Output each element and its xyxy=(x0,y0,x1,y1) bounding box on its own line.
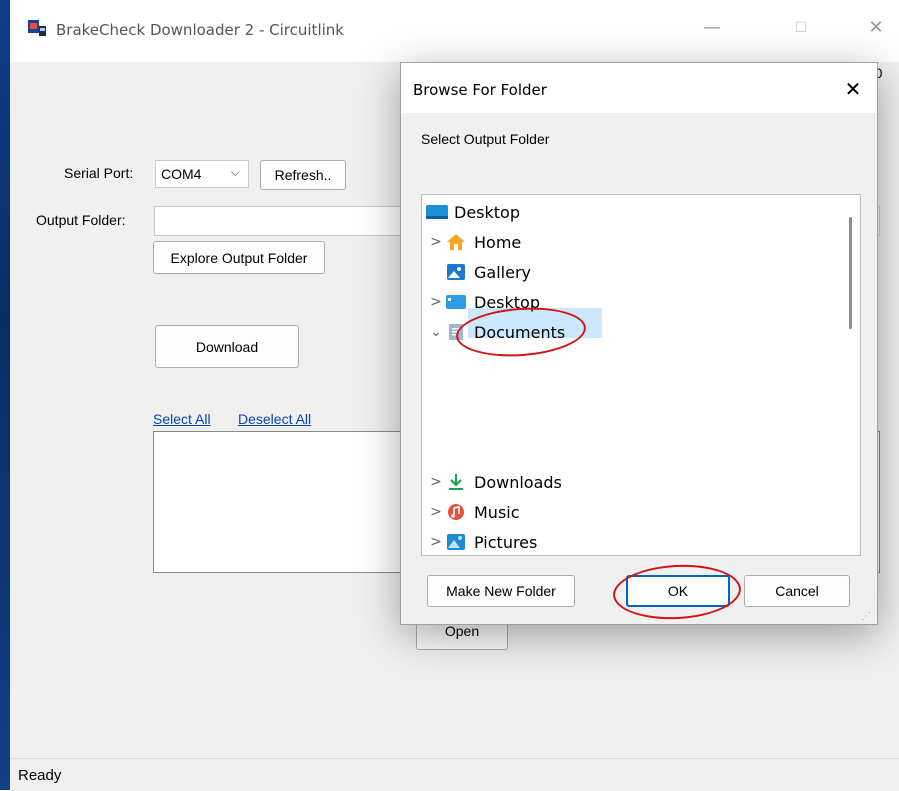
annotation-circle-ok xyxy=(611,561,743,623)
refresh-button[interactable]: Refresh.. xyxy=(260,160,346,190)
explore-output-folder-button[interactable]: Explore Output Folder xyxy=(153,241,325,274)
tree-item-pictures[interactable]: > Pictures xyxy=(426,528,538,555)
dialog-title: Browse For Folder xyxy=(413,81,547,99)
select-all-link[interactable]: Select All xyxy=(153,411,211,427)
status-bar xyxy=(10,758,899,791)
expand-icon[interactable]: > xyxy=(426,234,446,250)
folder-tree[interactable]: Desktop > Home Gallery > Desktop ⌄ Docum… xyxy=(421,194,861,556)
minimize-button[interactable]: — xyxy=(692,12,732,44)
collapse-icon[interactable]: ⌄ xyxy=(426,324,446,340)
serial-port-select[interactable]: COM4 ⌵ xyxy=(155,160,249,188)
dialog-prompt: Select Output Folder xyxy=(421,131,550,147)
music-icon xyxy=(446,503,466,521)
tree-scrollbar[interactable] xyxy=(842,195,860,555)
tree-item-home[interactable]: > Home xyxy=(426,228,521,256)
dialog-title-bar: Browse For Folder ✕ xyxy=(401,63,877,113)
main-window: BrakeCheck Downloader 2 - Circuitlink — … xyxy=(10,0,899,791)
output-folder-label: Output Folder: xyxy=(36,212,126,228)
tree-item-desktop-root[interactable]: Desktop xyxy=(426,198,520,226)
tree-item-music[interactable]: > Music xyxy=(426,498,520,526)
tree-item-label: Downloads xyxy=(474,472,562,492)
gallery-icon xyxy=(446,263,466,281)
window-title: BrakeCheck Downloader 2 - Circuitlink xyxy=(56,21,344,39)
desktop-icon xyxy=(426,203,448,221)
serial-port-label: Serial Port: xyxy=(64,165,134,181)
title-bar: BrakeCheck Downloader 2 - Circuitlink — … xyxy=(10,0,899,62)
tree-item-label: Pictures xyxy=(474,532,538,552)
expand-icon[interactable]: > xyxy=(426,294,446,310)
close-button[interactable]: ✕ xyxy=(856,12,896,44)
tree-item-gallery[interactable]: Gallery xyxy=(446,258,531,286)
serial-port-value: COM4 xyxy=(161,166,202,182)
app-icon xyxy=(28,20,46,36)
resize-grip-icon[interactable]: ⋰ xyxy=(861,611,871,622)
home-icon xyxy=(446,233,466,251)
tree-item-label: Desktop xyxy=(454,202,520,222)
pictures-icon xyxy=(446,533,466,551)
tree-item-label: Music xyxy=(474,502,520,522)
download-button[interactable]: Download xyxy=(155,325,299,368)
status-text: Ready xyxy=(18,767,62,784)
dialog-close-button[interactable]: ✕ xyxy=(838,75,868,103)
expand-icon[interactable]: > xyxy=(426,474,446,490)
download-icon xyxy=(446,473,466,491)
expand-icon[interactable]: > xyxy=(426,534,446,550)
tree-item-label: Gallery xyxy=(474,262,531,282)
make-new-folder-button[interactable]: Make New Folder xyxy=(427,575,575,607)
cancel-button[interactable]: Cancel xyxy=(744,575,850,607)
expand-icon[interactable]: > xyxy=(426,504,446,520)
tree-item-label: Home xyxy=(474,232,522,252)
browse-folder-dialog: Browse For Folder ✕ Select Output Folder… xyxy=(400,62,878,625)
tree-item-downloads[interactable]: > Downloads xyxy=(426,468,562,496)
desktop-folder-icon xyxy=(446,293,466,311)
deselect-all-link[interactable]: Deselect All xyxy=(238,411,311,427)
chevron-down-icon: ⌵ xyxy=(230,165,240,179)
maximize-button[interactable]: ☐ xyxy=(781,12,821,44)
desktop-background xyxy=(0,0,10,790)
scrollbar-thumb[interactable] xyxy=(849,217,852,329)
